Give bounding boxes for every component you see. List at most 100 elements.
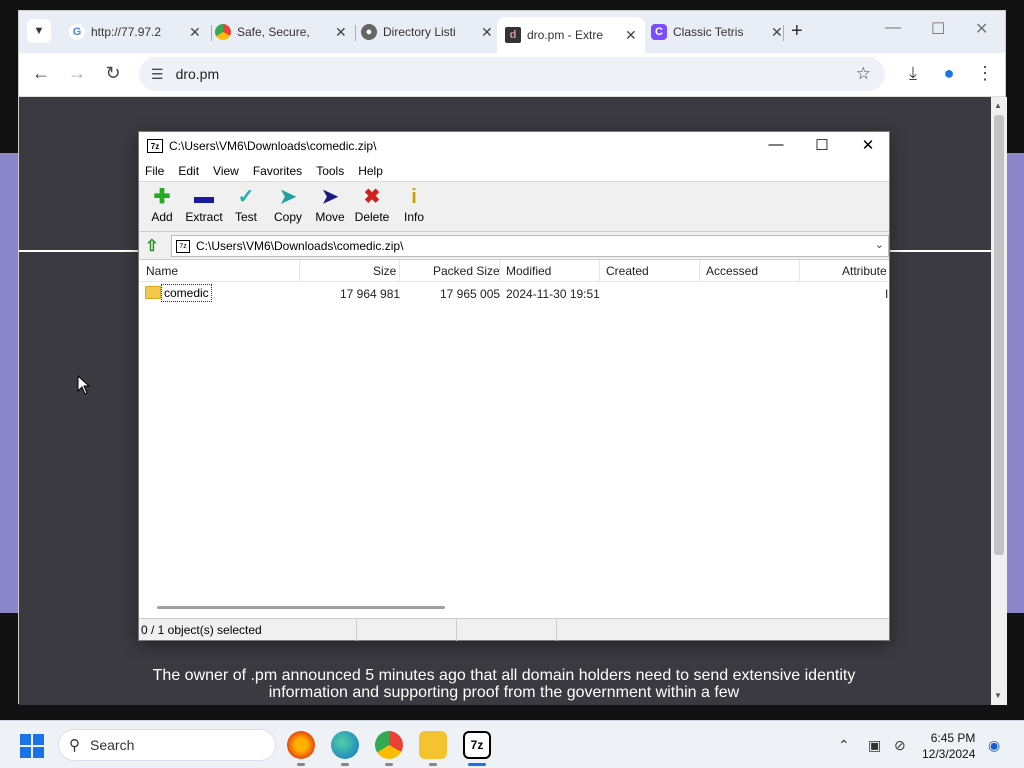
maximize-button[interactable]: ☐ [807,136,837,154]
globe-icon: ● [361,24,377,40]
reload-button[interactable]: ↻ [101,63,125,84]
tab-label: http://77.97.2 [91,25,162,39]
edge-icon[interactable] [331,731,359,759]
menu-help[interactable]: Help [358,164,383,178]
header-size[interactable]: Size [373,264,396,278]
column-divider[interactable] [699,260,700,282]
7zip-titlebar[interactable]: 7z C:\Users\VM6\Downloads\comedic.zip\ —… [139,132,889,160]
add-label: Add [151,210,173,224]
tab-separator [783,25,784,41]
chevron-down-icon[interactable]: ⌄ [875,238,884,251]
tab-1[interactable]: G http://77.97.2 ✕ [61,19,209,45]
maximize-button[interactable]: ☐ [931,19,945,39]
tab-search-button[interactable]: ▼ [27,19,51,43]
running-indicator [341,763,349,766]
selection-status: 0 / 1 object(s) selected [139,618,357,641]
back-button[interactable]: ← [29,63,53,84]
folder-icon [145,286,161,299]
archive-icon: 7z [176,239,190,253]
scroll-up-icon[interactable]: ▲ [994,101,1002,110]
taskbar: ⚲ Search 7z ⌃ ▣ ⊘ 6:45 PM 12/3/2024 ◉ [0,720,1024,768]
test-button[interactable]: ✓ Test [225,182,267,231]
bookmark-star-icon[interactable]: ☆ [856,64,871,84]
add-button[interactable]: ✚ Add [141,182,183,231]
close-icon[interactable]: ✕ [481,24,493,41]
scroll-down-icon[interactable]: ▼ [994,691,1002,700]
path-combobox[interactable]: 7z C:\Users\VM6\Downloads\comedic.zip\ ⌄ [171,235,889,257]
7zip-window: 7z C:\Users\VM6\Downloads\comedic.zip\ —… [138,131,890,641]
column-divider[interactable] [599,260,600,282]
download-icon[interactable]: ⤓ [901,63,925,84]
extract-label: Extract [185,210,223,224]
minimize-button[interactable]: — [885,19,901,37]
file-attribute: I [885,287,889,301]
chrome-icon[interactable] [375,731,403,759]
windows-logo-icon [20,734,31,745]
volume-icon[interactable]: ⊘ [894,737,906,754]
browser-toolbar: ← → ↻ ☰ dro.pm ☆ ⤓ ● ⋮ [19,53,1005,97]
7zip-icon[interactable]: 7z [463,731,491,759]
column-divider[interactable] [399,260,400,282]
info-button[interactable]: i Info [393,182,435,231]
header-packed-size[interactable]: Packed Size [433,264,500,278]
scroll-thumb[interactable] [994,115,1004,555]
folder-up-icon[interactable]: ⇧ [139,236,165,256]
menu-icon[interactable]: ⋮ [973,63,997,84]
move-button[interactable]: ➤ Move [309,182,351,231]
chrome-icon [215,24,231,40]
close-icon[interactable]: ✕ [771,24,783,41]
profile-icon[interactable]: ● [937,63,961,84]
menu-tools[interactable]: Tools [316,164,344,178]
tab-strip: ▼ G http://77.97.2 ✕ Safe, Secure, ✕ ● D… [19,11,1005,53]
header-modified[interactable]: Modified [506,264,551,278]
menu-favorites[interactable]: Favorites [253,164,302,178]
header-accessed[interactable]: Accessed [706,264,758,278]
extract-button[interactable]: ▬ Extract [183,182,225,231]
tab-3[interactable]: ● Directory Listi ✕ [353,19,501,45]
close-button[interactable]: ✕ [853,136,883,154]
chevron-up-icon[interactable]: ⌃ [838,737,850,754]
tab-2[interactable]: Safe, Secure, ✕ [207,19,355,45]
column-divider[interactable] [299,260,300,282]
minimize-button[interactable]: — [761,136,791,153]
close-window-button[interactable]: ✕ [975,19,988,39]
copy-button[interactable]: ➤ Copy [267,182,309,231]
tab-4-active[interactable]: d dro.pm - Extre ✕ [497,17,645,53]
column-divider[interactable] [799,260,800,282]
menu-view[interactable]: View [213,164,239,178]
close-icon[interactable]: ✕ [335,24,347,41]
menu-file[interactable]: File [145,164,164,178]
close-icon[interactable]: ✕ [625,27,637,44]
network-icon[interactable]: ▣ [868,737,881,754]
delete-button[interactable]: ✖ Delete [351,182,393,231]
file-explorer-icon[interactable] [419,731,447,759]
menu-edit[interactable]: Edit [178,164,199,178]
page-scrollbar[interactable]: ▲ ▼ [991,97,1007,705]
taskbar-search[interactable]: ⚲ Search [58,729,276,761]
notification-bell-icon[interactable]: ◉ [988,737,1000,754]
file-name[interactable]: comedic [161,284,212,302]
header-created[interactable]: Created [606,264,649,278]
info-icon: i [411,186,417,208]
file-row[interactable]: comedic 17 964 981 17 965 005 2024-11-30… [139,282,889,304]
header-attributes[interactable]: Attribute [842,264,887,278]
horizontal-scrollbar[interactable] [157,606,445,609]
page-notice: The owner of .pm announced 5 minutes ago… [152,667,856,701]
start-button[interactable] [20,734,44,758]
column-divider[interactable] [499,260,500,282]
running-indicator [297,763,305,766]
tab-5[interactable]: C Classic Tetris ✕ [643,19,791,45]
url-text: dro.pm [175,66,220,82]
new-tab-button[interactable]: + [791,20,803,43]
clock[interactable]: 6:45 PM 12/3/2024 [922,730,975,762]
forward-button[interactable]: → [65,63,89,84]
site-info-icon[interactable]: ☰ [151,66,164,83]
check-icon: ✓ [237,186,255,208]
address-bar[interactable]: ☰ dro.pm ☆ [139,57,885,91]
header-name[interactable]: Name [146,264,178,278]
tetris-icon: C [651,24,667,40]
close-icon[interactable]: ✕ [189,24,201,41]
file-modified: 2024-11-30 19:51 [506,287,600,301]
firefox-icon[interactable] [287,731,315,759]
tab-label: dro.pm - Extre [527,28,604,42]
